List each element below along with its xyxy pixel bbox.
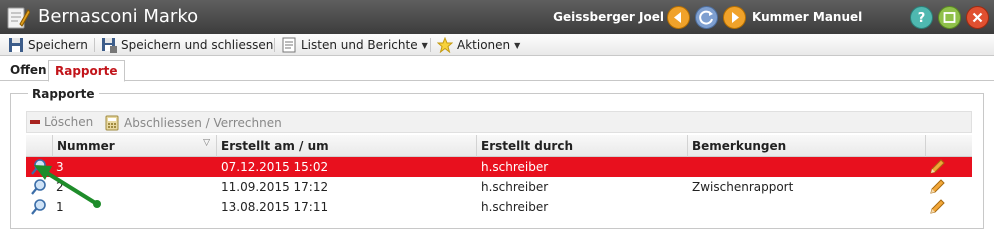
delete-icon (30, 120, 40, 124)
column-header-erstellt-am[interactable]: Erstellt am / um (216, 135, 476, 157)
document-list-icon (282, 37, 296, 53)
magnifier-icon[interactable] (30, 178, 48, 196)
table-row[interactable]: 2 11.09.2015 17:12 h.schreiber Zwischenr… (26, 177, 972, 197)
cell-created-by: h.schreiber (481, 180, 549, 194)
arrow-right-icon[interactable] (723, 6, 746, 29)
section-legend: Rapporte (28, 87, 99, 101)
tab-rapporte[interactable]: Rapporte (48, 60, 125, 82)
header-spacer (26, 135, 52, 157)
finalize-label: Abschliessen / Verrechnen (124, 116, 282, 130)
floppy-disk-close-icon (102, 38, 117, 53)
prev-person-label[interactable]: Geissberger Joel (553, 10, 664, 24)
delete-label: Löschen (44, 115, 94, 129)
magnifier-icon[interactable] (30, 198, 48, 216)
cell-created-by: h.schreiber (481, 160, 549, 174)
table-row[interactable]: 1 13.08.2015 17:11 h.schreiber (26, 197, 972, 217)
toolbar-divider (94, 38, 95, 52)
column-header-erstellt-durch[interactable]: Erstellt durch (476, 135, 687, 157)
cell-created: 07.12.2015 15:02 (221, 160, 329, 174)
table-row[interactable]: 3 07.12.2015 15:02 h.schreiber (26, 157, 972, 177)
pencil-icon[interactable] (928, 198, 946, 216)
notepad-pencil-icon (7, 7, 30, 29)
svg-text:?: ? (918, 11, 926, 26)
finalize-button[interactable]: Abschliessen / Verrechnen (104, 115, 282, 131)
actions-menu[interactable]: Aktionen ▼ (437, 36, 520, 54)
next-person-label[interactable]: Kummer Manuel (752, 10, 862, 24)
cell-remarks: Zwischenrapport (692, 180, 794, 194)
chevron-down-icon: ▼ (514, 40, 521, 50)
magnifier-icon[interactable] (30, 158, 48, 176)
toolbar-divider (430, 38, 431, 52)
title-bar: Bernasconi Marko Geissberger Joel Kummer… (0, 0, 994, 34)
tab-strip: Offen Rapporte (0, 57, 994, 82)
star-icon (437, 37, 453, 53)
save-label: Speichern (28, 38, 88, 52)
column-header-actions (925, 135, 972, 157)
toolbar: Speichern Speichern und schliessen Liste… (0, 34, 994, 56)
actions-label: Aktionen (457, 38, 511, 52)
column-header-bemerkungen[interactable]: Bemerkungen (687, 135, 925, 157)
cell-created-by: h.schreiber (481, 200, 549, 214)
lists-and-reports-label: Listen und Berichte (301, 38, 418, 52)
grid-header: Nummer ▽ Erstellt am / um Erstellt durch… (26, 135, 972, 157)
arrow-left-icon[interactable] (667, 6, 690, 29)
help-icon[interactable]: ? (910, 6, 933, 29)
lists-and-reports-menu[interactable]: Listen und Berichte ▼ (281, 36, 428, 54)
floppy-disk-icon (9, 38, 23, 52)
save-and-close-button[interactable]: Speichern und schliessen (101, 36, 273, 54)
cell-created: 13.08.2015 17:11 (221, 200, 329, 214)
maximize-icon[interactable] (938, 6, 961, 29)
grid-toolbar: Löschen Abschliessen / Verrechnen (26, 111, 972, 133)
tab-offen[interactable]: Offen (4, 60, 53, 82)
calculator-icon (105, 115, 119, 131)
column-header-label: Nummer (57, 139, 115, 153)
save-button[interactable]: Speichern (8, 36, 88, 54)
cell-created: 11.09.2015 17:12 (221, 180, 329, 194)
pencil-icon[interactable] (928, 178, 946, 196)
cell-number: 3 (56, 160, 64, 174)
save-and-close-label: Speichern und schliessen (121, 38, 274, 52)
pencil-icon[interactable] (928, 158, 946, 176)
delete-button[interactable]: Löschen (30, 115, 93, 129)
close-icon[interactable] (966, 6, 989, 29)
window-title: Bernasconi Marko (38, 6, 199, 27)
chevron-down-icon: ▼ (421, 40, 428, 50)
toolbar-divider (274, 38, 275, 52)
cell-number: 1 (56, 200, 64, 214)
column-header-nummer[interactable]: Nummer ▽ (52, 135, 216, 157)
refresh-icon[interactable] (695, 6, 718, 29)
cell-number: 2 (56, 180, 64, 194)
sort-icon: ▽ (203, 138, 210, 148)
